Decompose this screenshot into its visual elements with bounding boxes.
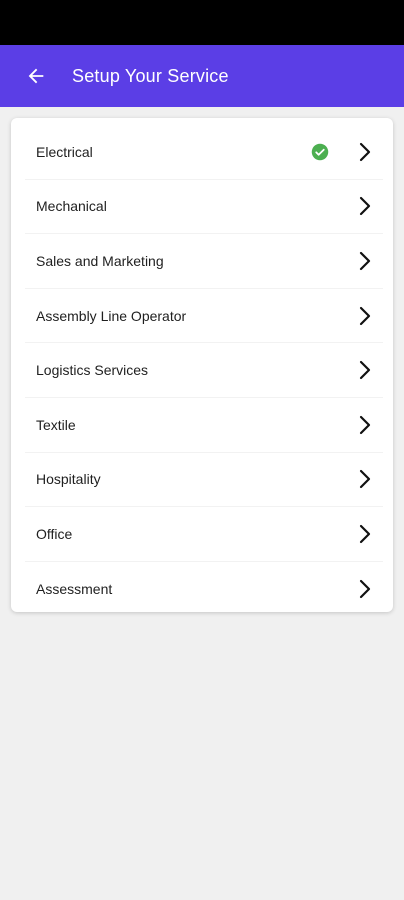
service-list: Electrical Mechanical Sales and Marketin… <box>11 118 393 612</box>
service-item-hospitality[interactable]: Hospitality <box>25 453 383 508</box>
service-label: Assembly Line Operator <box>36 307 187 324</box>
arrow-left-icon <box>28 68 44 84</box>
service-label: Textile <box>36 416 76 433</box>
chevron-right-icon <box>359 251 371 271</box>
service-item-assembly-line-operator[interactable]: Assembly Line Operator <box>25 289 383 344</box>
chevron-right-icon <box>359 470 371 489</box>
service-label: Electrical <box>36 143 93 160</box>
service-item-mechanical[interactable]: Mechanical <box>25 180 383 235</box>
service-label: Assessment <box>36 580 113 597</box>
service-label: Sales and Marketing <box>36 252 164 269</box>
service-item-sales-and-marketing[interactable]: Sales and Marketing <box>25 234 383 289</box>
service-item-assessment[interactable]: Assessment <box>25 562 383 612</box>
service-item-electrical[interactable]: Electrical <box>25 125 383 180</box>
service-label: Office <box>36 525 73 542</box>
status-bar <box>0 0 404 45</box>
check-circle-icon <box>311 143 329 161</box>
chevron-right-icon <box>359 524 371 544</box>
chevron-right-icon <box>359 142 371 161</box>
chevron-right-icon <box>359 197 371 216</box>
app-bar: Setup Your Service <box>0 45 404 107</box>
back-button[interactable] <box>24 64 48 88</box>
service-label: Logistics Services <box>36 362 149 379</box>
page-title: Setup Your Service <box>72 66 229 86</box>
chevron-right-icon <box>359 579 371 598</box>
service-label: Hospitality <box>36 471 101 488</box>
service-item-office[interactable]: Office <box>25 507 383 562</box>
service-item-textile[interactable]: Textile <box>25 398 383 453</box>
chevron-right-icon <box>359 306 371 325</box>
chevron-right-icon <box>359 415 371 434</box>
chevron-right-icon <box>359 361 371 380</box>
service-item-logistics-services[interactable]: Logistics Services <box>25 343 383 398</box>
service-label: Mechanical <box>36 198 107 215</box>
